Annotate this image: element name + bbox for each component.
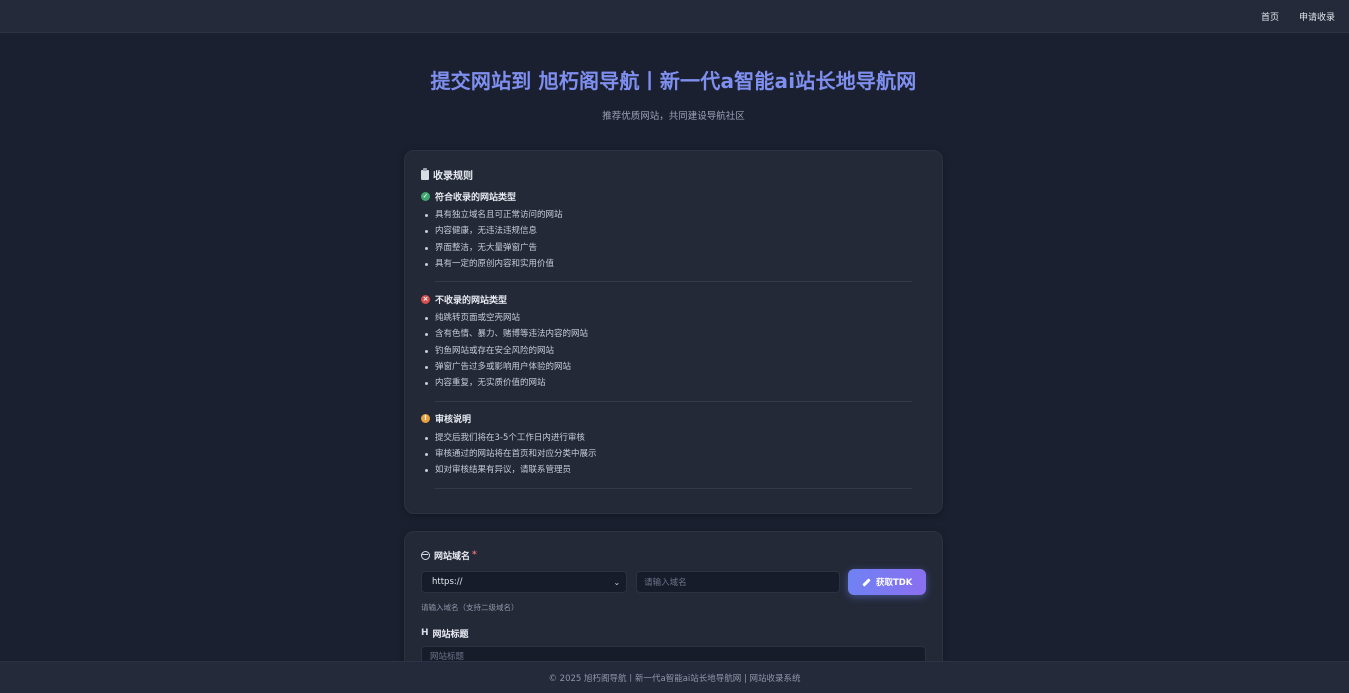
domain-label: 网站域名 * (421, 548, 926, 562)
review-section: ! 审核说明 提交后我们将在3-5个工作日内进行审核 审核通过的网站将在首页和对… (421, 412, 926, 479)
domain-hint: 请输入域名（支持二级域名） (421, 603, 519, 612)
divider (435, 487, 912, 489)
list-item: 界面整洁，无大量弹窗广告 (425, 240, 926, 256)
hero: 提交网站到 旭朽阁导航丨新一代a智能ai站长地导航网 推荐优质网站，共同建设导航… (405, 65, 942, 165)
list-item: 钓鱼网站或存在安全风险的网站 (425, 343, 926, 359)
list-item: 弹窗广告过多或影响用户体验的网站 (425, 359, 926, 375)
x-circle-icon: × (421, 294, 430, 304)
rejected-heading-text: 不收录的网站类型 (435, 295, 508, 306)
rejected-list: 纯跳转页面或空壳网站 含有色情、暴力、赌博等违法内容的网站 钓鱼网站或存在安全风… (421, 310, 926, 391)
title-label-text: 网站标题 (432, 629, 469, 640)
rejected-heading: × 不收录的网站类型 (421, 292, 926, 306)
list-item: 具有一定的原创内容和实用价值 (425, 256, 926, 272)
nav-home-link[interactable]: 首页 (1261, 10, 1279, 23)
footer-text: © 2025 旭朽阁导航丨新一代a智能ai站长地导航网 | 网站收录系统 (548, 673, 801, 684)
list-item: 提交后我们将在3-5个工作日内进行审核 (425, 430, 926, 446)
nav-apply-link[interactable]: 申请收录 (1299, 10, 1335, 23)
top-nav: 首页 申请收录 (0, 0, 1349, 33)
list-item: 审核通过的网站将在首页和对应分类中展示 (425, 446, 926, 462)
divider (435, 400, 912, 402)
rules-title: 收录规则 (421, 167, 926, 182)
protocol-select[interactable]: https:// ⌄ (421, 571, 628, 593)
title-field: H 网站标题 网站标题 (421, 626, 926, 666)
review-heading-text: 审核说明 (435, 415, 472, 426)
page-title: 提交网站到 旭朽阁导航丨新一代a智能ai站长地导航网 (430, 69, 917, 93)
info-circle-icon: ! (421, 414, 430, 424)
protocol-value: https:// (432, 577, 463, 587)
page-subtitle: 推荐优质网站，共同建设导航社区 (602, 111, 745, 122)
footer: © 2025 旭朽阁导航丨新一代a智能ai站长地导航网 | 网站收录系统 (0, 661, 1349, 693)
chevron-down-icon: ⌄ (613, 577, 621, 587)
title-label: H 网站标题 (421, 626, 926, 640)
divider (435, 281, 912, 283)
review-list: 提交后我们将在3-5个工作日内进行审核 审核通过的网站将在首页和对应分类中展示 … (421, 430, 926, 479)
domain-row: https:// ⌄ 请输入域名 获取TDK (421, 569, 926, 595)
rejected-section: × 不收录的网站类型 纯跳转页面或空壳网站 含有色情、暴力、赌博等违法内容的网站… (421, 292, 926, 391)
list-item: 内容重复，无实质价值的网站 (425, 375, 926, 391)
fetch-tdk-button[interactable]: 获取TDK (848, 569, 926, 595)
list-item: 如对审核结果有异议，请联系管理员 (425, 462, 926, 478)
pencil-icon (862, 577, 871, 587)
rules-title-text: 收录规则 (433, 171, 473, 182)
list-item: 含有色情、暴力、赌博等违法内容的网站 (425, 326, 926, 342)
main-content: 提交网站到 旭朽阁导航丨新一代a智能ai站长地导航网 推荐优质网站，共同建设导航… (0, 33, 1349, 681)
rules-card: 收录规则 ✓ 符合收录的网站类型 具有独立域名且可正常访问的网站 内容健康，无违… (404, 150, 943, 514)
accepted-list: 具有独立域名且可正常访问的网站 内容健康，无违法违规信息 界面整洁，无大量弹窗广… (421, 207, 926, 272)
fetch-tdk-label: 获取TDK (875, 578, 913, 588)
submit-form: 网站域名 * https:// ⌄ 请输入域名 获取TDK 请输入域名（支持二级… (404, 531, 943, 681)
domain-input[interactable]: 请输入域名 (636, 571, 841, 593)
list-item: 内容健康，无违法违规信息 (425, 223, 926, 239)
list-item: 纯跳转页面或空壳网站 (425, 310, 926, 326)
review-heading: ! 审核说明 (421, 412, 926, 426)
heading-icon: H (421, 628, 429, 638)
globe-icon (421, 550, 430, 560)
required-mark: * (472, 550, 477, 560)
list-item: 具有独立域名且可正常访问的网站 (425, 207, 926, 223)
accepted-heading: ✓ 符合收录的网站类型 (421, 189, 926, 203)
domain-label-text: 网站域名 (434, 551, 471, 562)
check-circle-icon: ✓ (421, 191, 430, 201)
accepted-section: ✓ 符合收录的网站类型 具有独立域名且可正常访问的网站 内容健康，无违法违规信息… (421, 189, 926, 272)
accepted-heading-text: 符合收录的网站类型 (435, 192, 517, 203)
clipboard-icon (421, 167, 429, 180)
